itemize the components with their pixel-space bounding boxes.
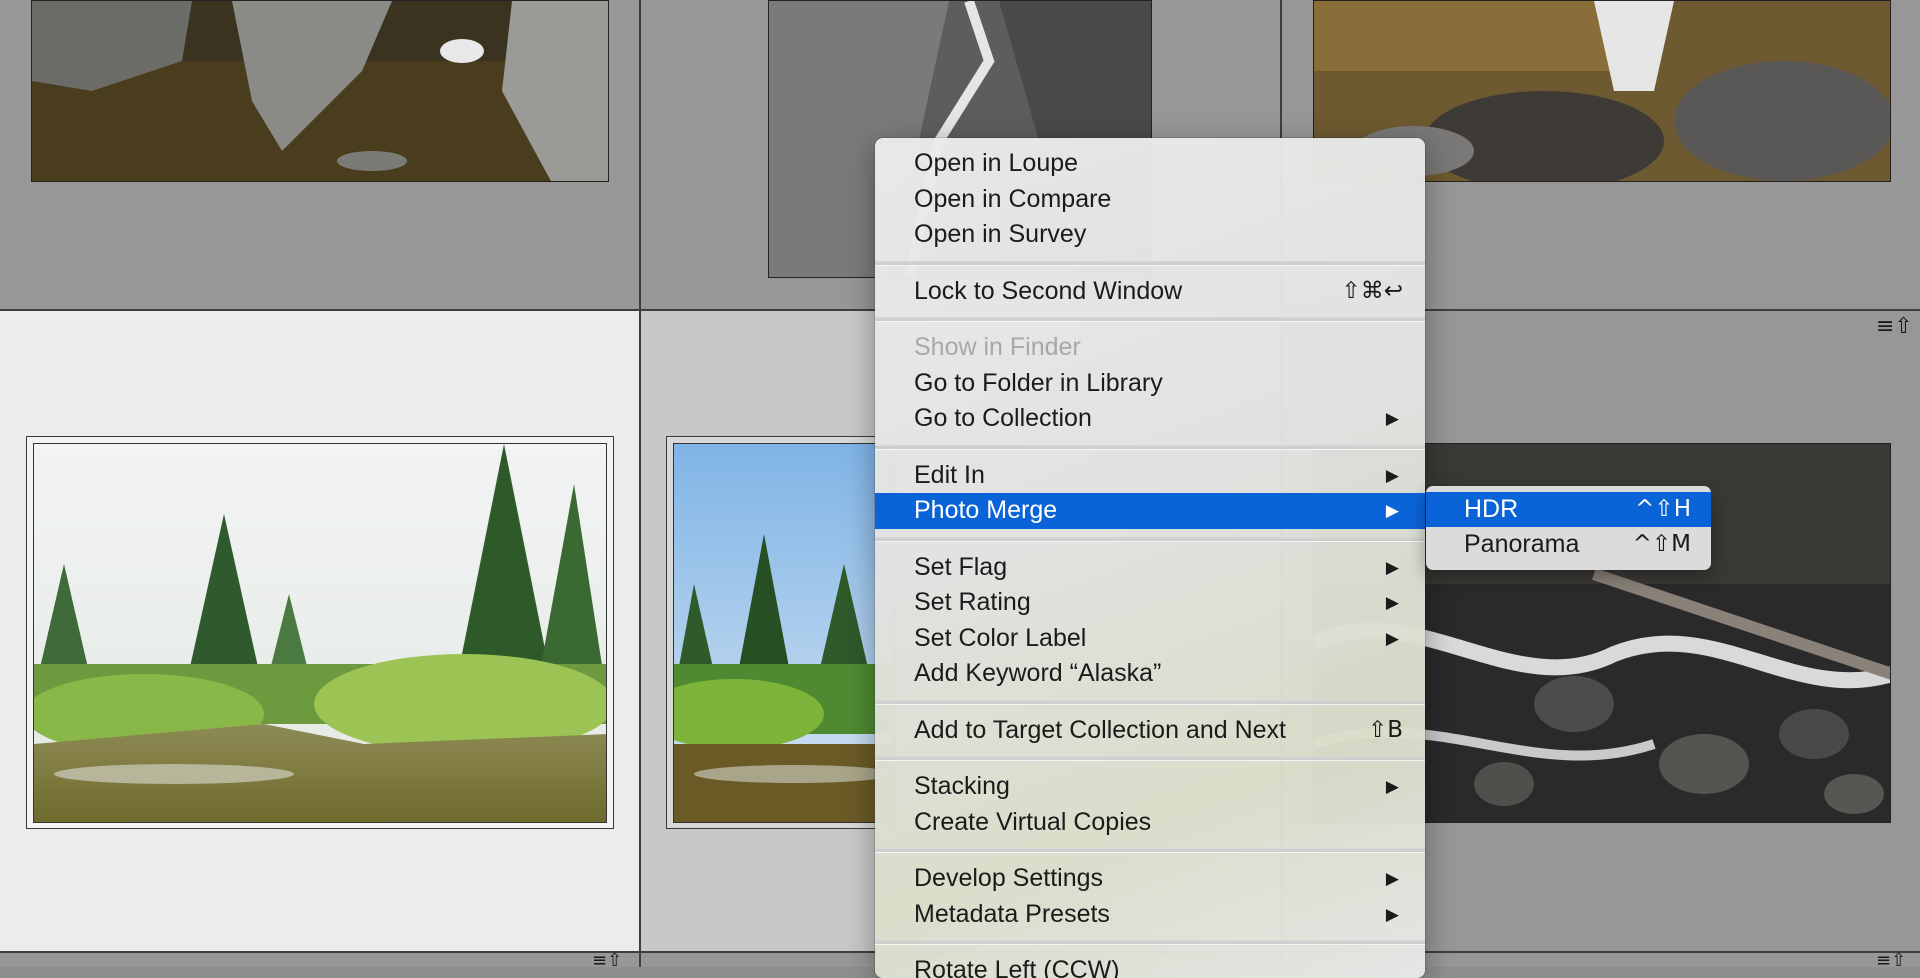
menu-item-label: Open in Loupe [914, 149, 1079, 177]
thumbnail-image [34, 444, 606, 822]
submenu-arrow-icon: ▶ [1385, 869, 1399, 888]
menu-item-label: Add to Target Collection and Next [914, 715, 1286, 744]
menu-separator [875, 317, 1425, 322]
menu-item-label: Go to Folder in Library [914, 368, 1163, 397]
context-menu: Open in Loupe Open in Compare Open in Surv… [875, 138, 1425, 978]
menu-item-open-in-loupe[interactable]: Open in Loupe [875, 146, 1425, 182]
menu-item-go-to-collection[interactable]: Go to Collection ▶ [875, 401, 1425, 437]
submenu-item-hdr[interactable]: HDR ^⇧H [1426, 492, 1711, 527]
thumbnail-image [674, 444, 892, 822]
menu-item-label: Create Virtual Copies [914, 807, 1152, 836]
menu-item-label: Open in Compare [914, 184, 1112, 213]
submenu-arrow-icon: ▶ [1385, 501, 1399, 520]
menu-item-label: Lock to Second Window [914, 276, 1183, 305]
menu-item-label: Set Rating [914, 588, 1031, 616]
stack-icon[interactable]: ≡⇧ [1876, 314, 1913, 339]
menu-item-label: Rotate Left (CCW) [914, 956, 1120, 978]
submenu-item-panorama[interactable]: Panorama ^⇧M [1426, 527, 1711, 562]
stack-icon[interactable]: ≡⇧ [1876, 950, 1906, 971]
menu-item-stacking[interactable]: Stacking ▶ [875, 769, 1425, 805]
menu-item-develop-settings[interactable]: Develop Settings ▶ [875, 861, 1425, 897]
menu-item-shortcut: ⇧B [1367, 716, 1403, 743]
menu-item-set-rating[interactable]: Set Rating ▶ [875, 585, 1425, 621]
menu-item-label: Show in Finder [914, 333, 1081, 361]
menu-item-label: Photo Merge [914, 496, 1058, 524]
submenu-arrow-icon: ▶ [1385, 628, 1399, 648]
menu-separator [875, 699, 1425, 705]
menu-item-set-color-label[interactable]: Set Color Label ▶ [875, 621, 1425, 657]
menu-item-open-in-survey[interactable]: Open in Survey [875, 217, 1425, 253]
menu-item-label: Go to Collection [914, 404, 1092, 432]
menu-separator [875, 536, 1425, 542]
submenu-item-shortcut: ^⇧H [1635, 496, 1691, 522]
menu-item-label: Open in Survey [914, 220, 1087, 248]
menu-item-add-to-target-collection-and-next[interactable]: Add to Target Collection and Next ⇧B [875, 713, 1425, 749]
menu-separator [875, 848, 1425, 853]
grid-divider [639, 0, 641, 967]
submenu-item-label: HDR [1464, 495, 1519, 523]
menu-item-rotate-left-ccw[interactable]: Rotate Left (CCW) [875, 953, 1425, 978]
menu-item-label: Set Color Label [914, 623, 1087, 652]
menu-item-label: Set Flag [914, 552, 1008, 581]
menu-item-label: Develop Settings [914, 864, 1104, 892]
thumbnail-forest-stream-2[interactable] [673, 443, 893, 823]
menu-item-lock-to-second-window[interactable]: Lock to Second Window ⇧⌘↩ [875, 274, 1425, 310]
menu-item-set-flag[interactable]: Set Flag ▶ [875, 550, 1425, 586]
submenu-item-shortcut: ^⇧M [1632, 531, 1691, 557]
menu-separator [875, 756, 1425, 761]
menu-item-edit-in[interactable]: Edit In ▶ [875, 458, 1425, 494]
menu-item-go-to-folder-in-library[interactable]: Go to Folder in Library [875, 366, 1425, 402]
submenu-arrow-icon: ▶ [1385, 904, 1399, 924]
submenu-arrow-icon: ▶ [1385, 593, 1399, 612]
thumbnail-image [32, 1, 608, 181]
submenu-arrow-icon: ▶ [1385, 465, 1399, 485]
menu-item-label: Add Keyword “Alaska” [914, 659, 1162, 687]
menu-item-label: Stacking [914, 772, 1010, 800]
menu-separator [875, 444, 1425, 450]
menu-item-create-virtual-copies[interactable]: Create Virtual Copies [875, 805, 1425, 841]
submenu-arrow-icon: ▶ [1385, 777, 1399, 796]
photo-merge-submenu: HDR ^⇧H Panorama ^⇧M [1426, 486, 1711, 570]
submenu-arrow-icon: ▶ [1385, 557, 1399, 577]
thumbnail-rocks-pool[interactable] [31, 0, 609, 182]
submenu-arrow-icon: ▶ [1385, 409, 1399, 428]
menu-item-label: Edit In [914, 460, 985, 489]
menu-separator [875, 260, 1425, 266]
menu-separator [875, 940, 1425, 945]
menu-item-label: Metadata Presets [914, 899, 1110, 928]
menu-item-metadata-presets[interactable]: Metadata Presets ▶ [875, 897, 1425, 933]
menu-item-show-in-finder: Show in Finder [875, 330, 1425, 366]
stack-icon[interactable]: ≡⇧ [592, 950, 622, 971]
menu-item-photo-merge[interactable]: Photo Merge ▶ [875, 493, 1425, 529]
submenu-item-label: Panorama [1464, 530, 1580, 558]
menu-item-shortcut: ⇧⌘↩ [1341, 277, 1403, 304]
menu-item-open-in-compare[interactable]: Open in Compare [875, 182, 1425, 218]
menu-item-add-keyword-alaska[interactable]: Add Keyword “Alaska” [875, 656, 1425, 692]
thumbnail-forest-stream[interactable] [33, 443, 607, 823]
